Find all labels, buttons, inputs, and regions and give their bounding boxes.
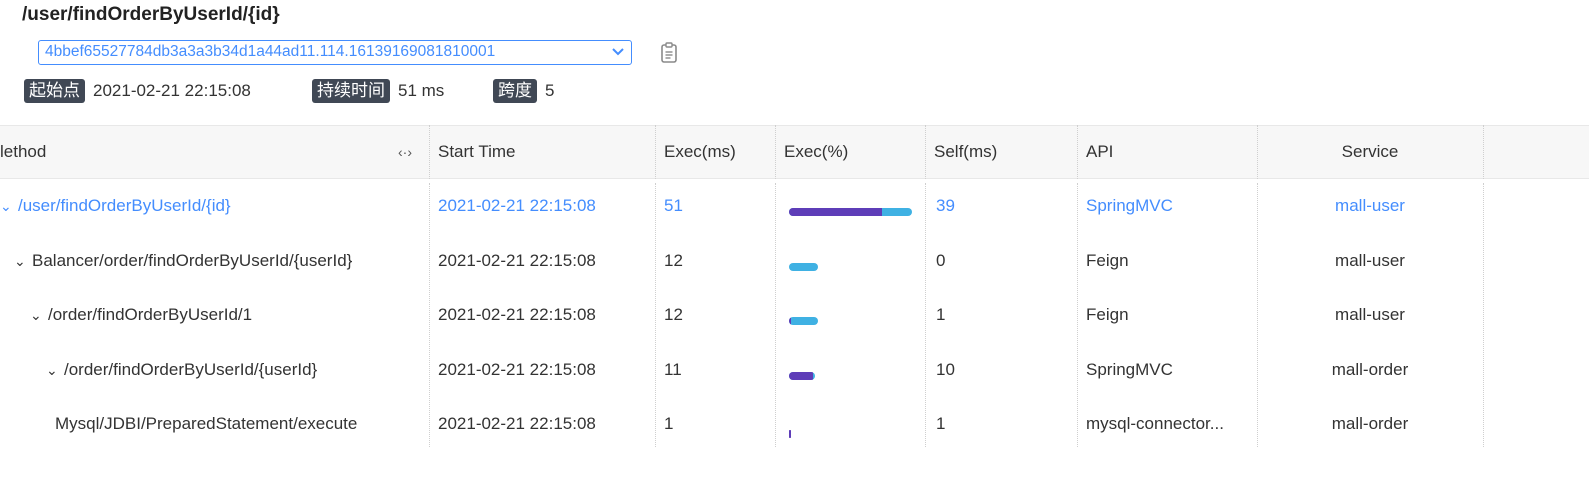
service-cell: mall-user xyxy=(1335,196,1405,215)
chevron-down-icon[interactable]: ⌄ xyxy=(0,179,12,233)
column-header-exec-pct[interactable]: Exec(%) xyxy=(784,126,848,178)
table-row[interactable]: ⌄ /order/findOrderByUserId/{userId} 2021-… xyxy=(0,343,1589,398)
column-divider xyxy=(775,183,776,447)
table-row[interactable]: ⌄ /order/findOrderByUserId/1 2021-02-21 2… xyxy=(0,288,1589,343)
span-info: 跨度 5 xyxy=(493,78,554,104)
trace-detail-panel: /user/findOrderByUserId/{id} 4bbef655277… xyxy=(0,0,1589,491)
api-cell: SpringMVC xyxy=(1086,196,1173,215)
trace-id-value: 4bbef65527784db3a3a3b34d1a44ad11.114.161… xyxy=(45,43,496,60)
resize-horizontal-icon[interactable]: ‹·› xyxy=(398,126,412,178)
exec-ms-cell: 12 xyxy=(664,250,683,270)
column-divider[interactable] xyxy=(775,125,776,179)
api-cell: mysql-connector... xyxy=(1086,414,1224,433)
column-header-method[interactable]: lethod xyxy=(0,126,46,178)
column-divider xyxy=(429,183,430,447)
duration-value: 51 ms xyxy=(398,81,445,100)
start-time-cell: 2021-02-21 22:15:08 xyxy=(438,359,596,379)
page-title: /user/findOrderByUserId/{id} xyxy=(22,4,280,25)
self-ms-cell: 10 xyxy=(936,359,955,379)
self-ms-cell: 1 xyxy=(936,414,946,433)
clipboard-icon[interactable] xyxy=(659,42,679,64)
trace-id-select[interactable]: 4bbef65527784db3a3a3b34d1a44ad11.114.161… xyxy=(38,40,632,65)
table-header: lethod ‹·› Start Time Exec(ms) Exec(%) S… xyxy=(0,125,1589,179)
span-value: 5 xyxy=(545,81,555,100)
exec-ms-cell: 51 xyxy=(664,196,683,215)
table-row[interactable]: Mysql/JDBI/PreparedStatement/execute 202… xyxy=(0,397,1589,452)
exec-bar xyxy=(789,317,818,325)
self-ms-cell: 39 xyxy=(936,196,955,215)
chevron-down-icon[interactable]: ⌄ xyxy=(30,288,42,342)
self-bar xyxy=(789,430,791,438)
column-divider[interactable] xyxy=(1257,125,1258,179)
column-header-api[interactable]: API xyxy=(1086,126,1113,178)
column-header-self-ms[interactable]: Self(ms) xyxy=(934,126,997,178)
column-divider[interactable] xyxy=(655,125,656,179)
exec-ms-cell: 11 xyxy=(664,359,682,379)
exec-bar xyxy=(789,371,815,380)
start-time-cell: 2021-02-21 22:15:08 xyxy=(438,196,596,215)
start-point-value: 2021-02-21 22:15:08 xyxy=(93,81,251,100)
duration-tag: 持续时间 xyxy=(312,79,390,103)
duration-info: 持续时间 51 ms xyxy=(312,78,444,104)
self-bar xyxy=(789,317,791,325)
chevron-down-icon[interactable]: ⌄ xyxy=(14,234,26,288)
start-point-info: 起始点 2021-02-21 22:15:08 xyxy=(24,78,251,104)
self-ms-cell: 0 xyxy=(936,250,946,270)
start-time-cell: 2021-02-21 22:15:08 xyxy=(438,305,596,324)
trace-table: lethod ‹·› Start Time Exec(ms) Exec(%) S… xyxy=(0,125,1589,452)
column-divider xyxy=(1483,183,1484,447)
column-divider[interactable] xyxy=(1483,125,1484,179)
service-cell: mall-order xyxy=(1331,414,1409,433)
table-row[interactable]: ⌄ Balancer/order/findOrderByUserId/{userI… xyxy=(0,234,1589,289)
column-header-start-time[interactable]: Start Time xyxy=(438,126,515,178)
column-divider[interactable] xyxy=(1077,125,1078,179)
column-divider xyxy=(655,183,656,447)
service-cell: mall-user xyxy=(1335,305,1405,324)
exec-bar xyxy=(789,208,912,216)
column-divider[interactable] xyxy=(429,125,430,179)
method-cell: ⌄ /user/findOrderByUserId/{id} xyxy=(0,179,231,233)
chevron-down-icon[interactable]: ⌄ xyxy=(46,343,58,397)
service-cell: mall-user xyxy=(1335,250,1405,270)
exec-bar xyxy=(789,430,791,438)
exec-ms-cell: 12 xyxy=(664,305,683,324)
method-label: /order/findOrderByUserId/{userId} xyxy=(64,359,318,379)
api-cell: SpringMVC xyxy=(1086,359,1173,379)
method-label: Mysql/JDBI/PreparedStatement/execute xyxy=(55,414,358,433)
api-cell: Feign xyxy=(1086,250,1129,270)
method-cell: ⌄ /order/findOrderByUserId/{userId} xyxy=(46,343,317,397)
self-bar xyxy=(789,371,813,380)
span-tag: 跨度 xyxy=(493,79,537,103)
service-cell: mall-order xyxy=(1331,359,1409,379)
method-cell: ⌄ Balancer/order/findOrderByUserId/{userI… xyxy=(14,234,352,288)
table-row[interactable]: ⌄ /user/findOrderByUserId/{id} 2021-02-21… xyxy=(0,179,1589,234)
chevron-down-icon xyxy=(611,41,625,64)
column-header-exec-ms[interactable]: Exec(ms) xyxy=(664,126,736,178)
start-point-tag: 起始点 xyxy=(24,79,85,103)
exec-bar xyxy=(789,262,818,271)
column-divider xyxy=(1077,183,1078,447)
column-divider xyxy=(1257,183,1258,447)
column-divider xyxy=(925,183,926,447)
column-divider[interactable] xyxy=(925,125,926,179)
method-cell: ⌄ /order/findOrderByUserId/1 xyxy=(30,288,252,342)
start-time-cell: 2021-02-21 22:15:08 xyxy=(438,250,596,270)
exec-ms-cell: 1 xyxy=(664,414,674,433)
method-cell: Mysql/JDBI/PreparedStatement/execute xyxy=(55,397,357,451)
start-time-cell: 2021-02-21 22:15:08 xyxy=(438,414,596,433)
self-bar xyxy=(789,208,882,216)
method-label: Balancer/order/findOrderByUserId/{userId… xyxy=(32,250,353,270)
column-header-service[interactable]: Service xyxy=(1257,126,1483,178)
method-label: /user/findOrderByUserId/{id} xyxy=(18,196,231,215)
method-label: /order/findOrderByUserId/1 xyxy=(48,305,253,324)
self-ms-cell: 1 xyxy=(936,305,946,324)
api-cell: Feign xyxy=(1086,305,1129,324)
